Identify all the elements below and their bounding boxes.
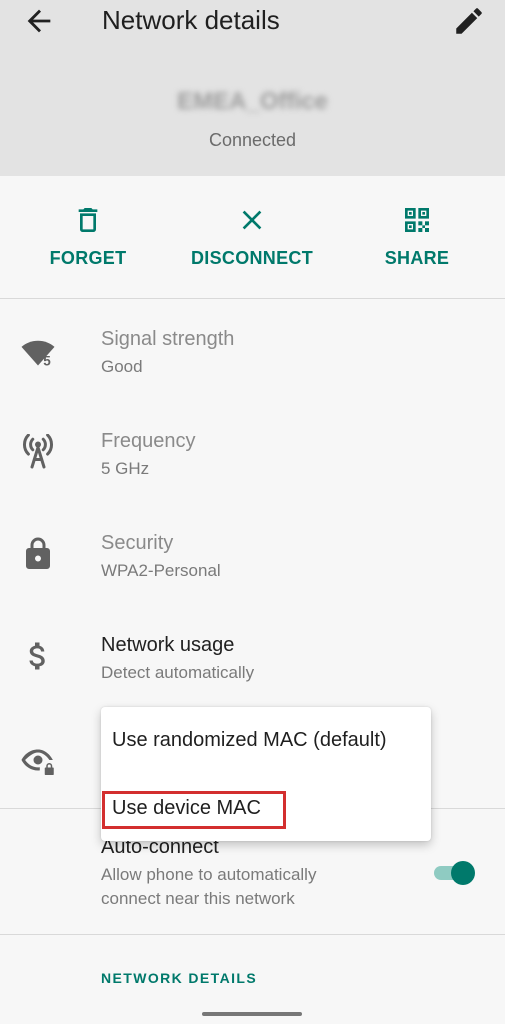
gesture-nav-bar[interactable] xyxy=(202,1012,302,1016)
connection-status: Connected xyxy=(208,130,297,150)
mac-address-menu: Use randomized MAC (default) Use device … xyxy=(101,707,431,841)
share-label: SHARE xyxy=(384,248,450,268)
eye-lock-icon xyxy=(21,749,54,775)
dollar-icon xyxy=(29,642,45,670)
menu-option-randomized-mac[interactable]: Use randomized MAC (default) xyxy=(112,729,387,752)
network-ssid: EMEA_Office xyxy=(177,88,328,115)
qr-code-icon xyxy=(405,208,429,232)
divider xyxy=(0,934,505,935)
security-value: WPA2-Personal xyxy=(101,561,221,580)
signal-badge: 5 xyxy=(43,354,51,369)
frequency-title: Frequency xyxy=(101,430,196,452)
signal-strength-row: 5 Signal strength Good xyxy=(0,318,505,418)
network-details-section-header: NETWORK DETAILS xyxy=(101,970,258,986)
disconnect-label: DISCONNECT xyxy=(190,248,313,268)
frequency-value: 5 GHz xyxy=(101,459,150,478)
lock-icon xyxy=(26,537,50,569)
frequency-row: Frequency 5 GHz xyxy=(0,420,505,520)
security-title: Security xyxy=(101,532,174,554)
auto-connect-desc-line2: connect near this network xyxy=(101,889,295,908)
close-icon xyxy=(242,210,262,230)
security-row: Security WPA2-Personal xyxy=(0,522,505,622)
auto-connect-desc-line1: Allow phone to automatically xyxy=(101,865,317,884)
pencil-icon[interactable] xyxy=(452,4,486,38)
page-title: Network details xyxy=(102,5,280,35)
network-usage-value: Detect automatically xyxy=(101,663,255,682)
arrow-back-icon[interactable] xyxy=(22,4,56,38)
auto-connect-row[interactable]: Auto-connect Allow phone to automaticall… xyxy=(0,830,505,930)
disconnect-button[interactable]: DISCONNECT xyxy=(172,204,332,269)
signal-strength-value: Good xyxy=(101,357,143,376)
forget-button[interactable]: FORGET xyxy=(8,204,168,269)
auto-connect-toggle[interactable] xyxy=(432,857,480,889)
trash-icon xyxy=(78,208,98,232)
signal-strength-title: Signal strength xyxy=(101,328,235,350)
app-bar: Network details xyxy=(0,0,505,58)
antenna-icon xyxy=(23,434,53,469)
network-header: EMEA_Office Connected xyxy=(0,58,505,176)
share-button[interactable]: SHARE xyxy=(337,204,497,269)
forget-label: FORGET xyxy=(49,248,127,268)
network-usage-title: Network usage xyxy=(101,634,235,656)
highlight-box xyxy=(102,791,286,829)
divider xyxy=(0,298,505,299)
action-bar: FORGET DISCONNECT SHARE xyxy=(0,176,505,298)
wifi-signal-icon: 5 xyxy=(21,340,55,369)
